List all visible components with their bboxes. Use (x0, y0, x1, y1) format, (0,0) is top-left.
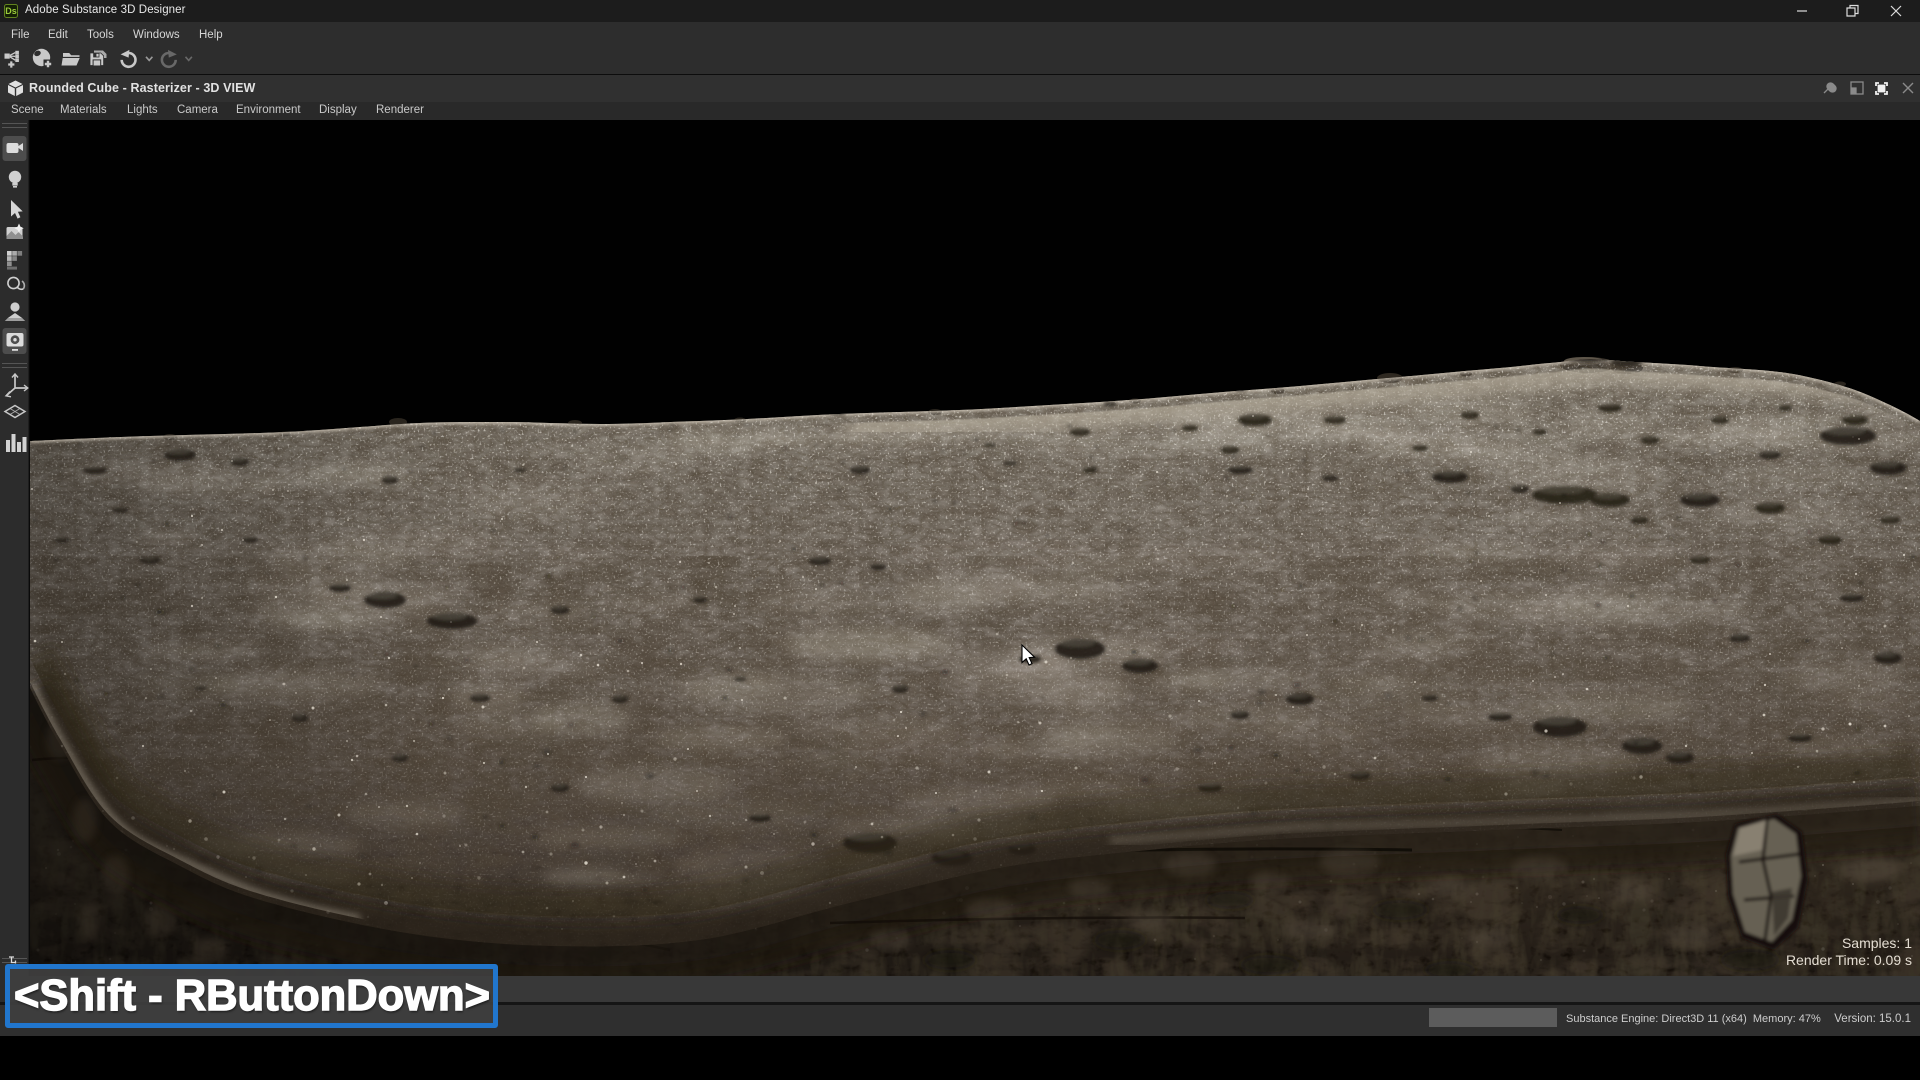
svg-text:Render Time: 0.09 s: Render Time: 0.09 s (1786, 952, 1912, 968)
svg-text:Samples: 1: Samples: 1 (1842, 935, 1912, 951)
